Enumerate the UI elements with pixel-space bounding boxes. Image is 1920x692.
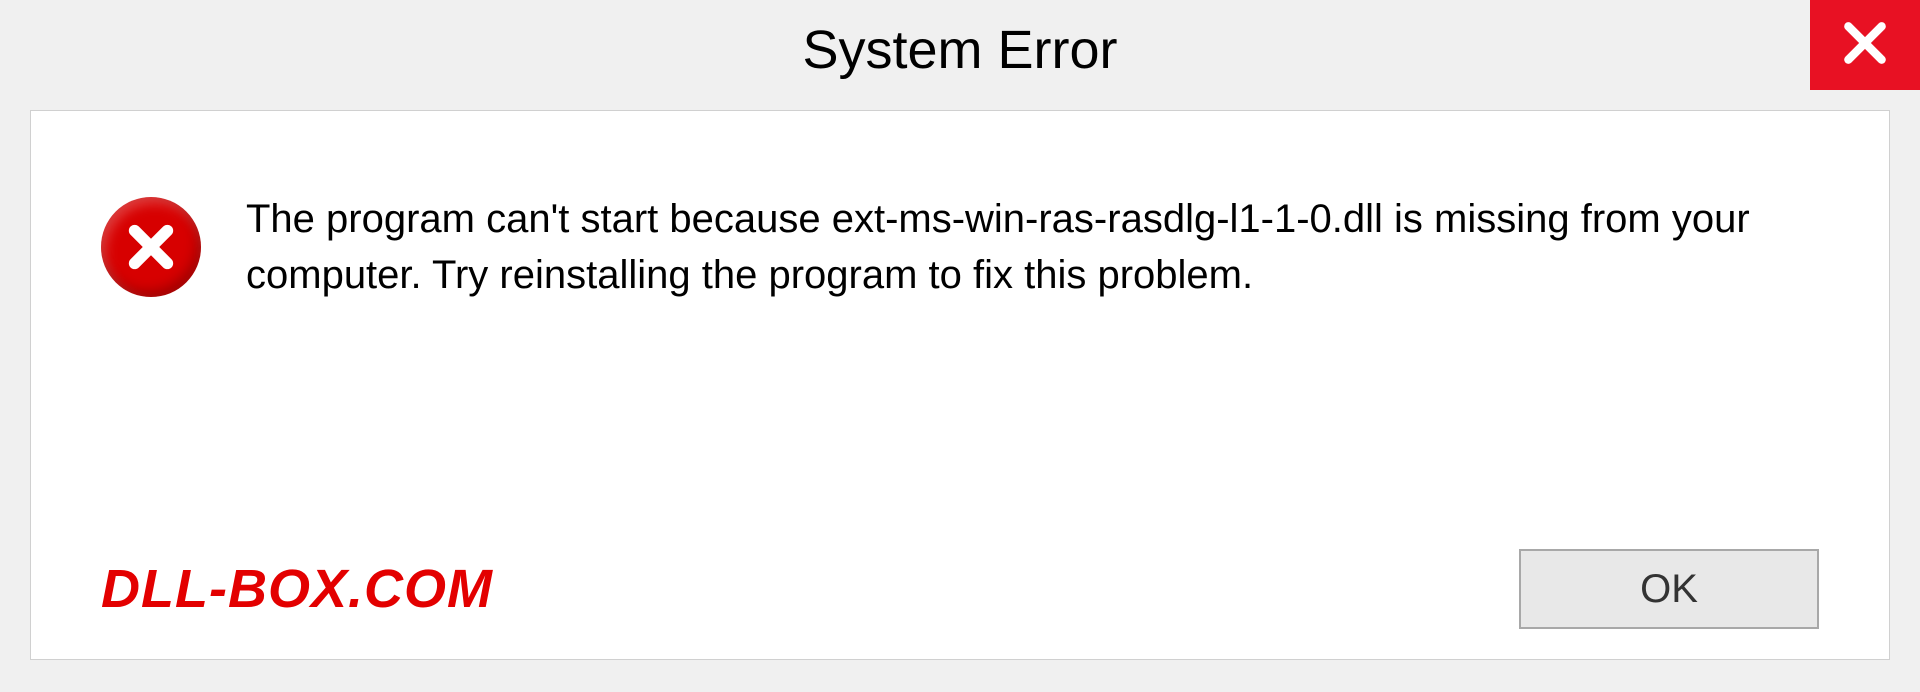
dialog-message: The program can't start because ext-ms-w… [246,191,1819,303]
dialog-footer: DLL-BOX.COM OK [101,549,1819,629]
ok-button[interactable]: OK [1519,549,1819,629]
dialog-content-panel: The program can't start because ext-ms-w… [30,110,1890,660]
error-icon [101,197,201,297]
titlebar: System Error [0,0,1920,100]
ok-button-label: OK [1640,567,1698,612]
message-row: The program can't start because ext-ms-w… [101,191,1819,303]
close-icon [1840,18,1890,73]
dialog-title: System Error [802,19,1117,81]
watermark-text: DLL-BOX.COM [101,558,493,620]
close-button[interactable] [1810,0,1920,90]
